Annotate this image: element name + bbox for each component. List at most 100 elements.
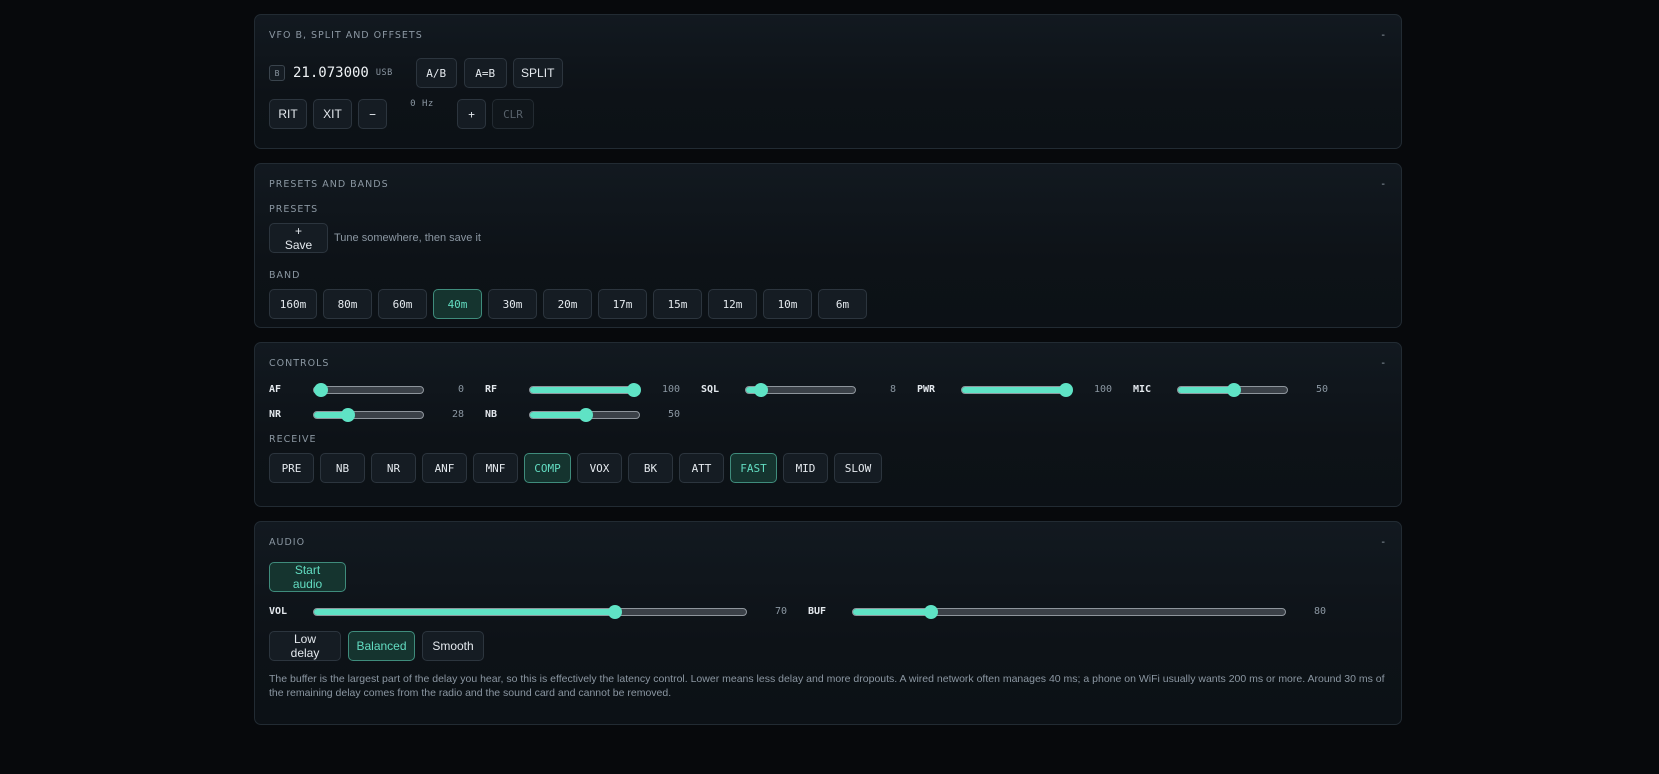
buffer-mode-smooth[interactable]: Smooth — [422, 631, 484, 661]
receive-toggle-mnf[interactable]: MNF — [473, 453, 518, 483]
band-button-20m[interactable]: 20m — [543, 289, 592, 319]
vfo-mode: USB — [375, 68, 393, 78]
receive-toggle-mid[interactable]: MID — [783, 453, 828, 483]
buffer-description: The buffer is the largest part of the de… — [269, 673, 1385, 699]
controls-slider-row-2: NR 28 NB 50 — [269, 407, 1387, 422]
slider-sql: SQL 8 — [701, 382, 896, 397]
slider-rf-track[interactable] — [529, 382, 641, 397]
swap-ab-button[interactable]: A/B — [415, 58, 457, 88]
slider-vol-track[interactable] — [313, 604, 747, 619]
slider-vol-value: 70 — [774, 606, 787, 617]
xit-button[interactable]: XIT — [313, 99, 352, 129]
controls-panel: CONTROLS - AF 0 RF 100 SQL 8 PWR 100 MIC 50 NR 28 N… — [254, 342, 1402, 507]
slider-mic-fill — [1178, 386, 1234, 393]
slider-rf-fill — [530, 386, 634, 393]
receive-label: RECEIVE — [269, 434, 317, 445]
offset-minus-button[interactable]: − — [358, 99, 387, 129]
slider-pwr: PWR 100 — [917, 382, 1112, 397]
slider-af-label: AF — [269, 384, 282, 395]
slider-buf-track[interactable] — [852, 604, 1286, 619]
buffer-mode-buttons: Low delay Balanced Smooth — [269, 631, 1387, 661]
split-button[interactable]: SPLIT — [512, 58, 563, 88]
equal-ab-button[interactable]: A=B — [463, 58, 507, 88]
band-button-6m[interactable]: 6m — [818, 289, 867, 319]
slider-vol: VOL 70 — [269, 604, 787, 619]
slider-mic: MIC 50 — [1133, 382, 1328, 397]
slider-buf: BUF 80 — [808, 604, 1326, 619]
slider-mic-thumb[interactable] — [1226, 382, 1241, 397]
receive-toggle-att[interactable]: ATT — [679, 453, 724, 483]
slider-nb-track[interactable] — [529, 407, 640, 422]
slider-buf-fill — [853, 608, 932, 615]
slider-af-value: 0 — [457, 384, 464, 395]
slider-vol-thumb[interactable] — [608, 604, 622, 619]
slider-vol-fill — [314, 608, 615, 615]
presets-label: PRESETS — [269, 204, 319, 215]
slider-pwr-thumb[interactable] — [1059, 382, 1073, 397]
offset-readout: 0 Hz — [410, 99, 434, 109]
slider-sql-thumb[interactable] — [753, 382, 768, 397]
band-button-12m[interactable]: 12m — [708, 289, 757, 319]
save-preset-button[interactable]: + Save — [269, 223, 328, 253]
slider-nb: NB 50 — [485, 407, 680, 422]
slider-pwr-label: PWR — [917, 384, 936, 395]
vfo-panel-title: VFO B, SPLIT AND OFFSETS — [269, 30, 423, 41]
slider-nr-thumb[interactable] — [341, 407, 356, 422]
band-button-40m[interactable]: 40m — [433, 289, 482, 319]
slider-af-track[interactable] — [313, 382, 424, 397]
receive-toggle-nr[interactable]: NR — [371, 453, 416, 483]
slider-pwr-value: 100 — [1093, 384, 1112, 395]
slider-nb-value: 50 — [667, 409, 680, 420]
slider-buf-thumb[interactable] — [924, 604, 939, 619]
receive-toggle-fast[interactable]: FAST — [730, 453, 777, 483]
slider-sql-value: 8 — [889, 384, 896, 395]
slider-af: AF 0 — [269, 382, 464, 397]
band-button-17m[interactable]: 17m — [598, 289, 647, 319]
receive-toggle-nb[interactable]: NB — [320, 453, 365, 483]
receive-toggle-vox[interactable]: VOX — [577, 453, 622, 483]
slider-rf-thumb[interactable] — [627, 382, 641, 397]
slider-buf-label: BUF — [808, 606, 827, 617]
vfo-row: B 21.073000 USB A/B A=B SPLIT — [269, 58, 1387, 88]
receive-toggle-pre[interactable]: PRE — [269, 453, 314, 483]
receive-buttons: PRE NB NR ANF MNF COMP VOX BK ATT FAST MID SLOW — [269, 453, 1387, 483]
slider-rf: RF 100 — [485, 382, 680, 397]
slider-nr-value: 28 — [451, 409, 464, 420]
presets-row: + Save Tune somewhere, then save it — [269, 223, 1387, 253]
presets-panel: PRESETS AND BANDS - PRESETS + Save Tune … — [254, 163, 1402, 328]
receive-toggle-bk[interactable]: BK — [628, 453, 673, 483]
buffer-mode-balanced[interactable]: Balanced — [348, 631, 415, 661]
slider-nr-track[interactable] — [313, 407, 424, 422]
audio-collapse-toggle[interactable]: - — [1381, 536, 1385, 550]
band-button-15m[interactable]: 15m — [653, 289, 702, 319]
buffer-mode-low-delay[interactable]: Low delay — [269, 631, 341, 661]
slider-vol-label: VOL — [269, 606, 288, 617]
start-audio-button[interactable]: Start audio — [269, 562, 346, 592]
offset-clear-button[interactable]: CLR — [492, 99, 534, 129]
rit-button[interactable]: RIT — [269, 99, 307, 129]
offset-plus-button[interactable]: + — [457, 99, 486, 129]
slider-af-thumb[interactable] — [314, 382, 328, 397]
slider-nb-thumb[interactable] — [578, 407, 593, 422]
presets-collapse-toggle[interactable]: - — [1381, 178, 1385, 192]
vfo-frequency[interactable]: 21.073000 — [293, 65, 369, 81]
audio-start-row: Start audio — [269, 562, 1387, 592]
band-button-80m[interactable]: 80m — [323, 289, 372, 319]
radio-control-page: VFO B, SPLIT AND OFFSETS - B 21.073000 U… — [254, 14, 1402, 739]
receive-toggle-slow[interactable]: SLOW — [834, 453, 882, 483]
controls-collapse-toggle[interactable]: - — [1381, 357, 1385, 371]
slider-rf-label: RF — [485, 384, 498, 395]
band-button-10m[interactable]: 10m — [763, 289, 812, 319]
band-button-160m[interactable]: 160m — [269, 289, 317, 319]
audio-panel: AUDIO - Start audio VOL 70 BUF 80 Low delay… — [254, 521, 1402, 725]
slider-pwr-track[interactable] — [961, 382, 1073, 397]
slider-nb-label: NB — [485, 409, 498, 420]
receive-toggle-anf[interactable]: ANF — [422, 453, 467, 483]
slider-mic-track[interactable] — [1177, 382, 1288, 397]
receive-toggle-comp[interactable]: COMP — [524, 453, 571, 483]
band-button-30m[interactable]: 30m — [488, 289, 537, 319]
vfo-collapse-toggle[interactable]: - — [1381, 29, 1385, 43]
slider-sql-track[interactable] — [745, 382, 856, 397]
slider-rf-value: 100 — [661, 384, 680, 395]
band-button-60m[interactable]: 60m — [378, 289, 427, 319]
